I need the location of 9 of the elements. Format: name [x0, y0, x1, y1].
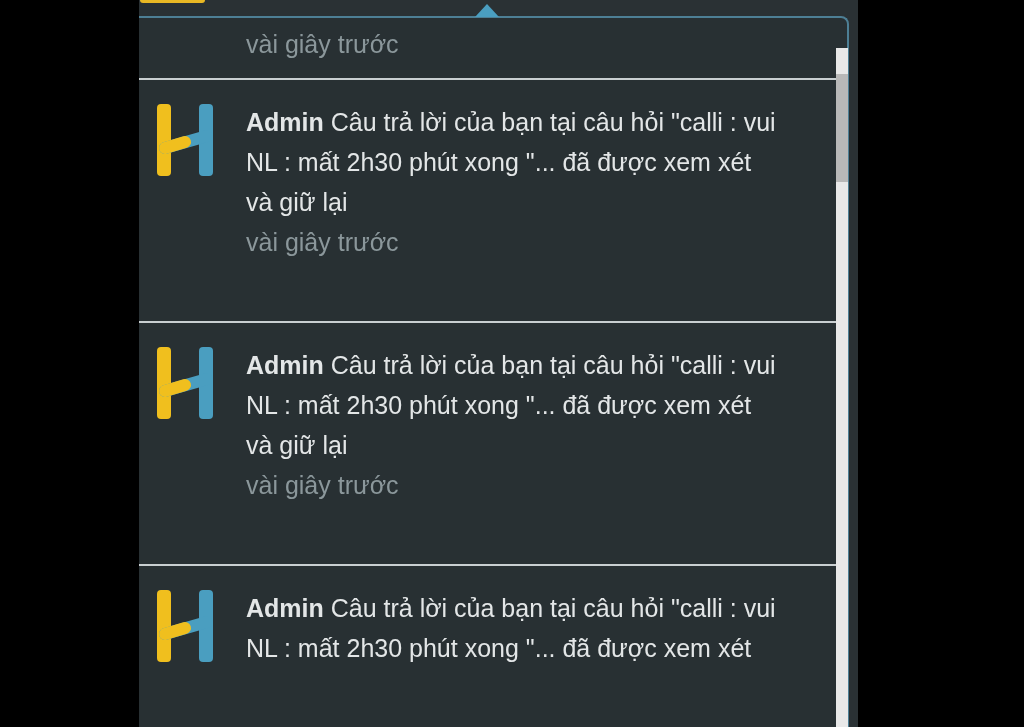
notification-text: Admin Câu trả lời của bạn tại câu hỏi "calli : vui NL : mất 2h30 phút xong "... đã được xem xét	[246, 593, 776, 664]
notification-text: Admin Câu trả lời của bạn tại câu hỏi "calli : vui NL : mất 2h30 phút xong "... đã được xem xét và giữ lại	[246, 350, 776, 461]
accent-bar	[140, 0, 205, 3]
timestamp: vài giây trước	[246, 227, 399, 258]
notification-text: Admin Câu trả lời của bạn tại câu hỏi "calli : vui NL : mất 2h30 phút xong "... đã được xem xét và giữ lại	[246, 107, 776, 218]
pointer-caret	[475, 3, 499, 17]
timestamp: vài giây trước	[246, 470, 399, 501]
scrollbar-thumb[interactable]	[836, 74, 848, 182]
timestamp: vài giây trước	[246, 29, 399, 60]
